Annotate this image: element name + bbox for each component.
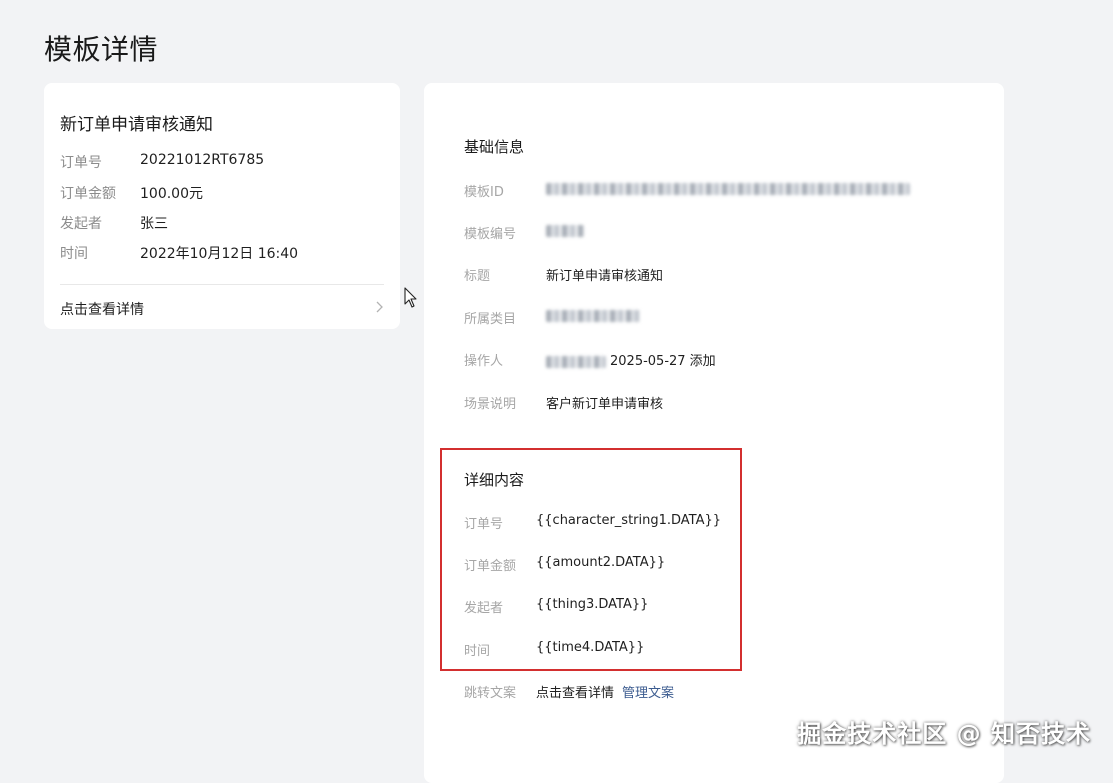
template-no-value [546, 223, 584, 238]
info-label: 场景说明 [464, 397, 517, 412]
preview-label: 时间 [60, 246, 88, 262]
preview-value: 2022年10月12日 16:40 [140, 246, 299, 262]
info-label: 操作人 [464, 354, 504, 369]
mouse-pointer-icon [404, 287, 417, 308]
redacted-block [546, 355, 606, 368]
scene-value: 客户新订单申请审核 [546, 397, 664, 412]
redacted-block [546, 309, 640, 322]
preview-title: 新订单申请审核通知 [60, 115, 213, 135]
preview-label: 发起者 [60, 216, 102, 232]
template-detail-panel: 基础信息 模板ID 模板编号 标题 新订单申请审核通知 所属类目 操作人 202… [424, 83, 1004, 783]
preview-label: 订单金额 [60, 186, 116, 202]
operator-value: 2025-05-27 添加 [546, 350, 716, 369]
preview-value: 100.00元 [140, 186, 203, 202]
operator-date-action: 2025-05-27 添加 [610, 354, 716, 369]
basic-info-heading: 基础信息 [464, 138, 525, 156]
info-label: 跳转文案 [464, 686, 517, 701]
category-value [546, 308, 640, 323]
redacted-block [546, 182, 910, 195]
info-label: 模板编号 [464, 227, 517, 242]
redacted-block [546, 224, 584, 237]
preview-value: 20221012RT6785 [140, 152, 265, 168]
preview-value: 张三 [140, 216, 168, 232]
subject-value: 新订单申请审核通知 [546, 269, 664, 284]
chevron-right-icon [376, 301, 383, 313]
manage-copy-link[interactable]: 管理文案 [622, 686, 674, 701]
detail-content-highlight-box [440, 448, 742, 671]
info-label: 所属类目 [464, 312, 517, 327]
preview-label: 订单号 [60, 155, 102, 171]
jump-text-value: 点击查看详情 管理文案 [536, 682, 674, 701]
view-details-label: 点击查看详情 [60, 302, 144, 318]
info-label: 模板ID [464, 185, 504, 200]
info-label: 标题 [464, 269, 491, 284]
view-details-link[interactable]: 点击查看详情 [44, 285, 400, 329]
jump-text: 点击查看详情 [536, 686, 615, 701]
template-id-value [546, 181, 910, 196]
template-preview-card: 新订单申请审核通知 订单号 20221012RT6785 订单金额 100.00… [44, 83, 400, 329]
watermark: 掘金技术社区 @ 知否技术 [797, 720, 1091, 748]
page-title: 模板详情 [44, 33, 159, 66]
